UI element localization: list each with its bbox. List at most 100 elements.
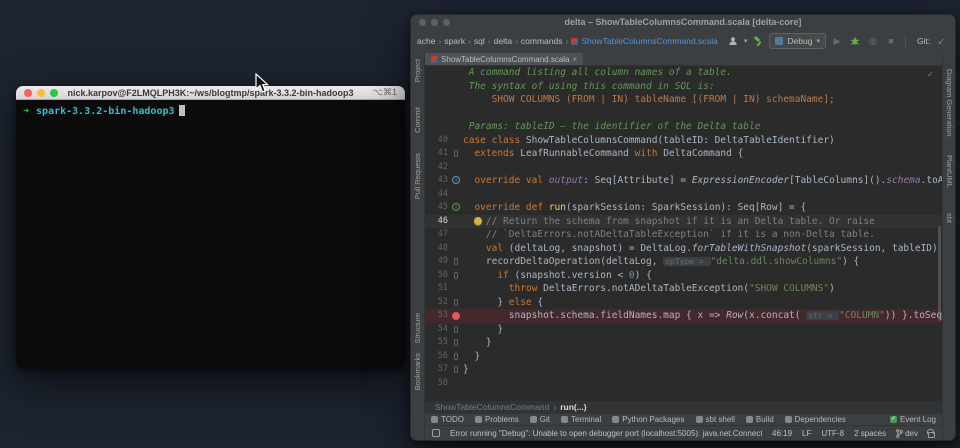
fold-marker-icon[interactable] (454, 150, 458, 157)
inspections-ok-icon[interactable]: ✓ (928, 70, 933, 80)
line-number[interactable]: 43 (425, 174, 451, 188)
breadcrumb-item-commands[interactable]: commands (521, 36, 563, 46)
breadcrumb-item-ache[interactable]: ache (417, 36, 435, 46)
file-encoding[interactable]: UTF-8 (821, 429, 844, 438)
toolwindow-button-sbt[interactable]: sbt (945, 213, 954, 223)
line-number[interactable] (425, 107, 451, 121)
override-marker-icon[interactable]: ↑ (452, 176, 460, 184)
line-number[interactable]: 54 (425, 323, 451, 337)
ide-window[interactable]: delta – ShowTableColumnsCommand.scala [d… (410, 14, 956, 441)
toolwindow-button-structure[interactable]: Structure (413, 313, 422, 343)
dependencies-icon (785, 416, 792, 423)
git-commit-button[interactable]: ✓ (952, 34, 956, 48)
breakpoint-icon[interactable] (452, 312, 460, 320)
editor-tab[interactable]: ShowTableColumnsCommand.scala × (425, 53, 583, 65)
fold-marker-icon[interactable] (454, 272, 458, 279)
line-number[interactable]: 44 (425, 188, 451, 202)
coverage-button[interactable]: ◍ (866, 34, 880, 48)
git-update-button[interactable]: ↙ (934, 34, 948, 48)
toolwindow-button-bookmarks[interactable]: Bookmarks (413, 353, 422, 391)
fold-marker-icon[interactable] (454, 299, 458, 306)
fold-marker-icon[interactable] (454, 339, 458, 346)
line-separator[interactable]: LF (802, 429, 811, 438)
line-number[interactable]: 47 (425, 228, 451, 242)
toolwindow-toggle-icon[interactable] (432, 429, 440, 437)
line-number[interactable]: 41 (425, 147, 451, 161)
toolwindow-button-dependencies[interactable]: Dependencies (785, 415, 846, 424)
code-line: 50 if (snapshot.version < 0) { (425, 269, 942, 283)
toolwindow-button-sbt-shell[interactable]: sbt shell (696, 415, 735, 424)
fold-marker-icon[interactable] (454, 353, 458, 360)
line-number[interactable]: 46 (425, 215, 451, 229)
line-number[interactable] (425, 93, 451, 107)
breadcrumb-item-spark[interactable]: spark (444, 36, 465, 46)
line-number[interactable]: 42 (425, 161, 451, 175)
intention-bulb-icon[interactable] (474, 217, 482, 225)
toolwindow-button-commit[interactable]: Commit (413, 107, 422, 133)
code-token: recordDeltaOperation(deltaLog, (463, 256, 663, 267)
line-number[interactable]: 51 (425, 282, 451, 296)
indent-setting[interactable]: 2 spaces (854, 429, 886, 438)
build-hammer-icon[interactable] (751, 34, 765, 48)
toolwindow-button-event-log[interactable]: ✓ Event Log (890, 415, 936, 424)
fold-marker-icon[interactable] (454, 366, 458, 373)
toolwindow-button-terminal[interactable]: Terminal (561, 415, 601, 424)
toolwindow-button-plantuml[interactable]: PlantUML (945, 155, 954, 188)
run-button[interactable]: ▶ (830, 34, 844, 48)
line-number[interactable]: 49 (425, 255, 451, 269)
terminal-window[interactable]: nick.karpov@F2LMQLPH3K:~/ws/blogtmp/spar… (16, 86, 405, 369)
line-number[interactable]: 52 (425, 296, 451, 310)
code-text: } (463, 323, 942, 337)
toolwindow-button-pull-requests[interactable]: Pull Requests (413, 153, 422, 199)
toolwindow-button-project[interactable]: Project (413, 59, 422, 82)
left-toolwindow-bar: Project Commit Pull Requests Structure Bookm… (411, 53, 425, 440)
line-number[interactable]: 58 (425, 377, 451, 391)
fold-marker-icon[interactable] (454, 326, 458, 333)
breadcrumb-item-sql[interactable]: sql (474, 36, 485, 46)
line-number[interactable] (425, 120, 451, 134)
terminal-body[interactable]: ➜spark-3.3.2-bin-hadoop3 (16, 100, 405, 122)
fold-marker-icon[interactable] (454, 258, 458, 265)
line-number[interactable] (425, 66, 451, 80)
toolwindow-button-problems[interactable]: Problems (475, 415, 519, 424)
line-number[interactable]: 53 (425, 309, 451, 323)
implements-marker-icon[interactable]: ↑ (452, 203, 460, 211)
line-number[interactable] (425, 80, 451, 94)
run-configuration-select[interactable]: Debug ▾ (769, 33, 826, 49)
line-number[interactable]: 50 (425, 269, 451, 283)
status-message[interactable]: Error running "Debug": Unable to open de… (450, 429, 762, 438)
toolwindow-button-todo[interactable]: TODO (431, 415, 464, 424)
terminal-titlebar[interactable]: nick.karpov@F2LMQLPH3K:~/ws/blogtmp/spar… (16, 86, 405, 100)
code-line: 55 } (425, 336, 942, 350)
profile-menu-icon[interactable] (726, 34, 740, 48)
unlock-icon[interactable] (928, 432, 935, 438)
code-token: } (463, 337, 492, 348)
close-icon[interactable]: × (573, 55, 578, 64)
line-number[interactable]: 40 (425, 134, 451, 148)
line-number[interactable]: 45 (425, 201, 451, 215)
gutter-cell (451, 336, 463, 350)
toolwindow-button-python-packages[interactable]: Python Packages (612, 415, 684, 424)
line-number[interactable]: 48 (425, 242, 451, 256)
toolwindow-button-build[interactable]: Build (746, 415, 774, 424)
code-token: Params: tableID – the identifier of the … (463, 121, 760, 132)
git-branch[interactable]: dev (896, 429, 918, 438)
breadcrumb-method[interactable]: run(...) (560, 402, 586, 412)
stop-button[interactable]: ■ (884, 34, 898, 48)
debug-bug-icon[interactable] (848, 34, 862, 48)
line-number[interactable]: 56 (425, 350, 451, 364)
caret-position[interactable]: 46:19 (772, 429, 792, 438)
breadcrumb-file[interactable]: ShowTableColumnsCommand.scala (571, 36, 718, 46)
code-editor[interactable]: A command listing all column names of a … (425, 66, 942, 400)
line-number[interactable]: 57 (425, 363, 451, 377)
git-widget-label: Git: (917, 36, 930, 46)
python-packages-icon (612, 416, 619, 423)
breadcrumb-item-delta[interactable]: delta (494, 36, 512, 46)
breadcrumb-class[interactable]: ShowTableColumnsCommand (435, 402, 549, 412)
toolwindow-button-diagram-generation[interactable]: Diagram Generation (945, 69, 954, 137)
ide-titlebar[interactable]: delta – ShowTableColumnsCommand.scala [d… (411, 15, 955, 29)
editor-scrollbar[interactable] (938, 226, 941, 321)
toolwindow-button-git[interactable]: Git (530, 415, 550, 424)
line-number[interactable]: 55 (425, 336, 451, 350)
code-line: 58 (425, 377, 942, 391)
